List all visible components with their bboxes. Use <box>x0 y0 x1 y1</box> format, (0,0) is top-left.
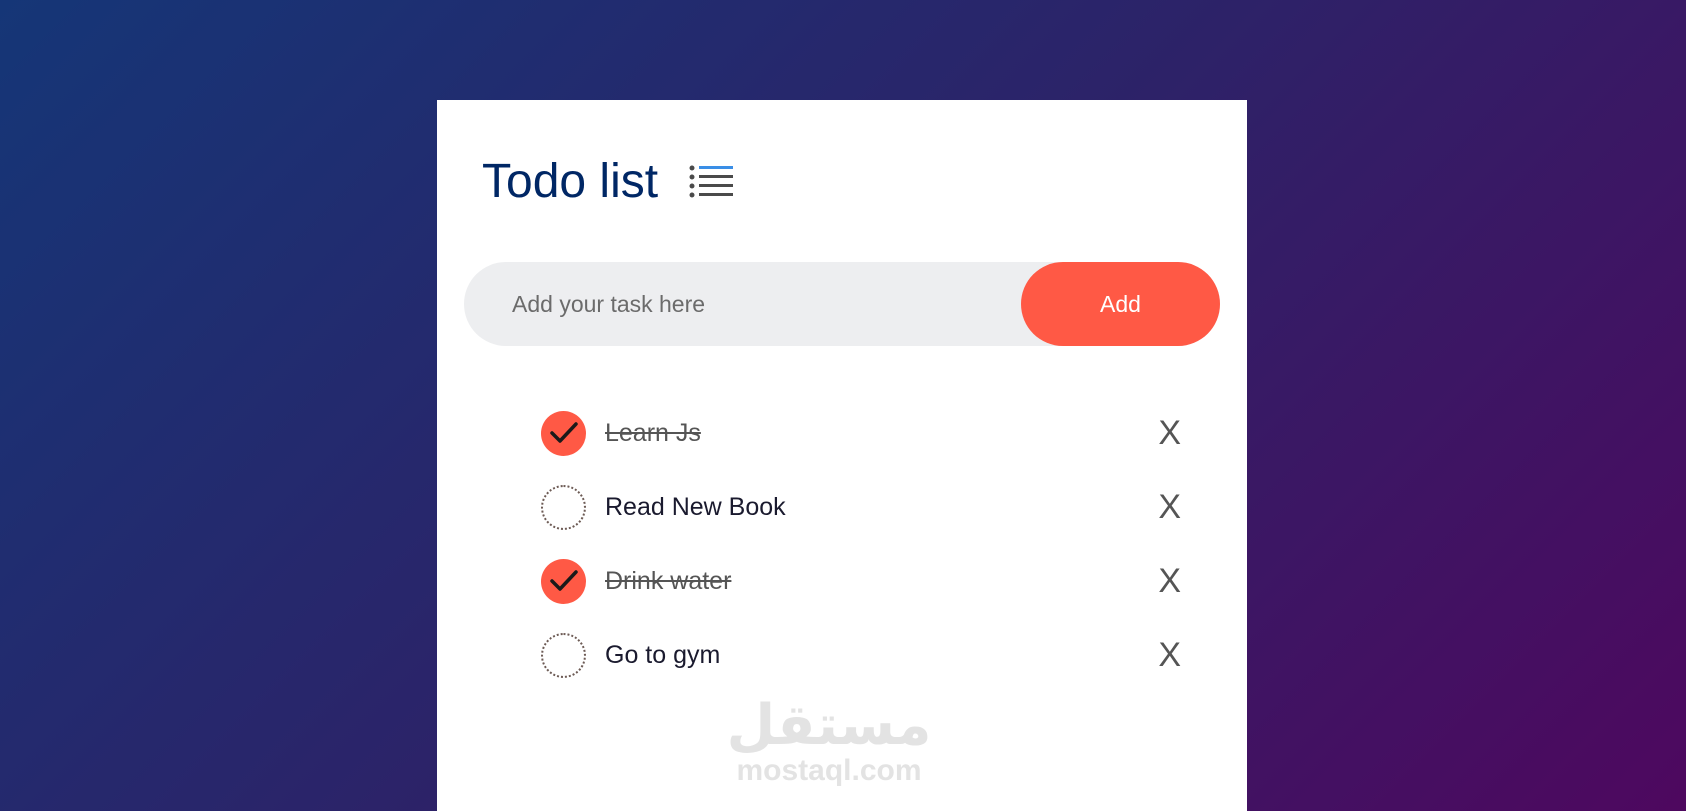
checked-icon[interactable] <box>541 410 586 456</box>
add-button[interactable]: Add <box>1021 262 1220 346</box>
delete-button[interactable]: X <box>1158 490 1181 524</box>
add-task-row: Add <box>464 261 1220 347</box>
todo-list: Learn Js X Read New Book X Drink water X… <box>541 396 1181 692</box>
todo-item[interactable]: Learn Js X <box>541 396 1181 470</box>
unchecked-icon[interactable] <box>541 632 586 678</box>
todo-text: Go to gym <box>605 640 721 669</box>
todo-item[interactable]: Read New Book X <box>541 470 1181 544</box>
watermark-site: mostaql.com <box>736 754 922 787</box>
list-icon <box>688 164 734 200</box>
todo-item[interactable]: Go to gym X <box>541 618 1181 692</box>
delete-button[interactable]: X <box>1158 638 1181 672</box>
delete-button[interactable]: X <box>1158 416 1181 450</box>
checked-icon[interactable] <box>541 558 586 604</box>
page-title: Todo list <box>482 155 659 208</box>
todo-card: Todo list Add Learn Js X <box>437 100 1247 811</box>
todo-text: Read New Book <box>605 492 786 521</box>
todo-text: Drink water <box>605 566 732 595</box>
unchecked-icon[interactable] <box>541 484 586 530</box>
todo-text: Learn Js <box>605 418 701 447</box>
delete-button[interactable]: X <box>1158 564 1181 598</box>
header: Todo list <box>482 158 734 206</box>
watermark-logo: مستقل <box>726 693 932 758</box>
watermark: مستقل mostaql.com <box>719 698 939 786</box>
task-input[interactable] <box>464 261 1021 347</box>
todo-item[interactable]: Drink water X <box>541 544 1181 618</box>
